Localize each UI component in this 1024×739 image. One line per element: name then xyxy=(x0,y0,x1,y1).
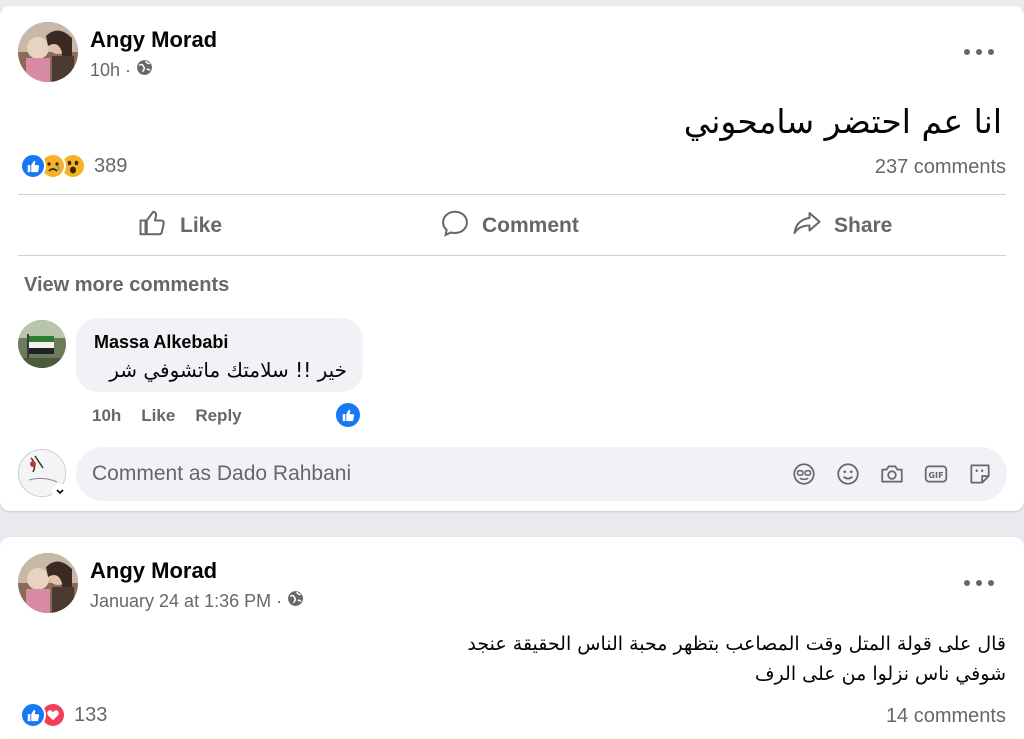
share-icon xyxy=(792,208,822,244)
like-icon xyxy=(138,208,168,244)
globe-icon xyxy=(136,59,153,81)
globe-icon xyxy=(287,590,304,612)
share-button[interactable]: Share xyxy=(792,206,892,246)
commenter-avatar[interactable] xyxy=(18,320,66,368)
post-text: انا عم احتضر سامحوني xyxy=(683,102,1002,141)
post-time[interactable]: January 24 at 1:36 PM · xyxy=(90,591,282,612)
post-text-line-2: شوفي ناس نزلوا من على الرف xyxy=(754,663,1006,685)
like-reaction-icon xyxy=(20,153,46,179)
reaction-count: 389 xyxy=(94,154,128,177)
chevron-down-icon[interactable] xyxy=(52,484,68,500)
divider xyxy=(18,194,1006,195)
more-icon[interactable] xyxy=(964,42,994,62)
reaction-count: 133 xyxy=(74,703,108,726)
comment-like-link[interactable]: Like xyxy=(141,406,175,426)
composer-icons: GIF xyxy=(791,461,993,487)
comment-time[interactable]: 10h xyxy=(92,406,121,426)
post-text-line-1: قال على قولة المتل وقت المصاعب بتظهر محب… xyxy=(467,633,1006,655)
comment-actions: 10h Like Reply xyxy=(92,406,242,426)
reactions-summary[interactable]: 389 xyxy=(20,153,127,179)
author-name[interactable]: Angy Morad xyxy=(90,27,217,53)
commenter-name[interactable]: Massa Alkebabi xyxy=(94,332,228,353)
like-label: Like xyxy=(180,214,223,237)
post-meta: 10h · xyxy=(90,59,153,81)
comment-like-badge-icon[interactable] xyxy=(334,401,362,429)
comment-bubble: Massa Alkebabi خير !! سلامتك ماتشوفي شر xyxy=(76,318,363,392)
share-label: Share xyxy=(834,214,893,237)
reactions-summary[interactable]: 133 xyxy=(20,702,107,728)
view-more-comments-link[interactable]: View more comments xyxy=(24,274,229,297)
author-avatar[interactable] xyxy=(18,22,78,82)
comment-button[interactable]: Comment xyxy=(440,206,579,246)
author-name[interactable]: Angy Morad xyxy=(90,558,217,584)
emoji-icon[interactable] xyxy=(835,461,861,487)
comment-text: خير !! سلامتك ماتشوفي شر xyxy=(109,358,347,382)
post-card: Angy Morad January 24 at 1:36 PM · قال ع… xyxy=(0,537,1024,739)
comment-reply-link[interactable]: Reply xyxy=(195,406,241,426)
comments-count[interactable]: 237 comments xyxy=(875,156,1006,179)
comment-icon xyxy=(440,208,470,244)
author-avatar[interactable] xyxy=(18,553,78,613)
comment-input[interactable] xyxy=(92,447,772,501)
post-meta: January 24 at 1:36 PM · xyxy=(90,590,304,612)
avatar-sticker-icon[interactable] xyxy=(791,461,817,487)
more-icon[interactable] xyxy=(964,573,994,593)
post-time[interactable]: 10h · xyxy=(90,60,131,81)
like-reaction-icon xyxy=(20,702,46,728)
camera-icon[interactable] xyxy=(879,461,905,487)
post-card: Angy Morad 10h · انا عم احتضر سامحوني 38… xyxy=(0,6,1024,511)
gif-icon[interactable]: GIF xyxy=(923,461,949,487)
comment-label: Comment xyxy=(482,214,579,237)
like-button[interactable]: Like xyxy=(138,206,222,246)
divider xyxy=(18,255,1006,256)
sticker-icon[interactable] xyxy=(967,461,993,487)
comments-count[interactable]: 14 comments xyxy=(886,705,1006,728)
svg-text:GIF: GIF xyxy=(928,470,943,480)
comment-composer: GIF xyxy=(76,447,1007,501)
